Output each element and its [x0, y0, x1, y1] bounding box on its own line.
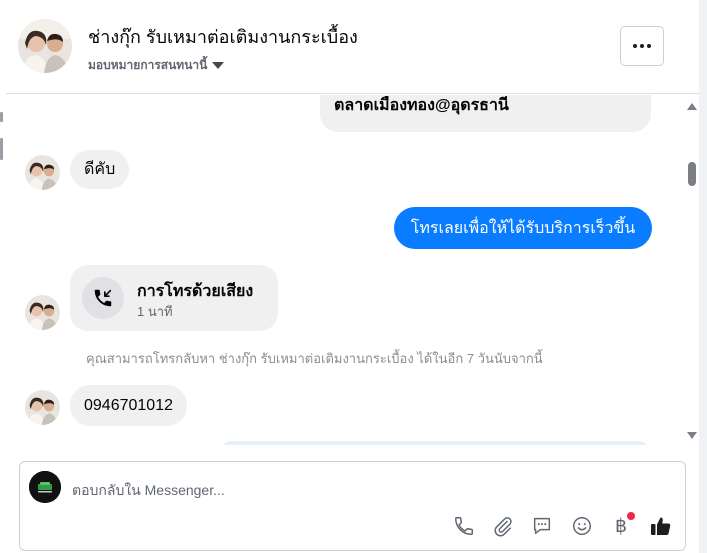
notification-dot [627, 512, 635, 520]
incoming-call-icon [82, 277, 124, 319]
page-avatar [29, 471, 61, 503]
thumbs-up-icon [649, 514, 673, 538]
message-thread[interactable]: ตลาดเมืองทอง@อุดรธานี ดีคับ โทรเลยเพื่อใ… [6, 95, 699, 445]
more-options-icon [633, 44, 651, 48]
incoming-message: 0946701012 [70, 385, 187, 426]
reply-input[interactable] [72, 479, 632, 501]
page-title: ช่างกุ๊ก รับเหมาต่อเติมงานกระเบื้อง [88, 27, 358, 47]
emoji-icon [571, 515, 593, 537]
assign-label: มอบหมายการสนทนานี้ [88, 58, 208, 72]
assign-conversation-dropdown[interactable]: มอบหมายการสนทนานี้ [88, 56, 225, 75]
incoming-message: ดีคับ [70, 150, 130, 189]
edge-mark [0, 112, 3, 122]
incoming-message-partial: ตลาดเมืองทอง@อุดรธานี [320, 95, 651, 132]
attach-button[interactable] [491, 514, 515, 538]
call-duration: 1 นาที [137, 304, 173, 319]
emoji-button[interactable] [570, 514, 594, 538]
contact-avatar-small [25, 295, 60, 330]
phone-icon [453, 515, 475, 537]
scrollbar-thumb[interactable] [688, 162, 696, 186]
call-button[interactable] [452, 514, 476, 538]
contact-avatar-small [25, 390, 60, 425]
message-text: ตลาดเมืองทอง@อุดรธานี [334, 97, 509, 114]
like-button[interactable] [648, 514, 674, 538]
baht-icon: ฿ [614, 515, 628, 537]
saved-replies-button[interactable] [530, 514, 554, 538]
more-options-button[interactable] [620, 26, 664, 66]
caret-down-icon [212, 62, 225, 69]
contact-avatar-small [25, 155, 60, 190]
message-text: ดีคับ [84, 161, 116, 178]
scroll-down-arrow-icon[interactable] [687, 432, 697, 439]
reply-composer: ฿ [19, 461, 686, 551]
paperclip-icon [492, 515, 514, 537]
callback-notice: คุณสามารถโทรกลับหา ช่างกุ๊ก รับเหมาต่อเต… [86, 351, 543, 366]
edge-mark [0, 138, 3, 160]
contact-avatar[interactable] [18, 19, 72, 73]
image-attachment-partial[interactable] [220, 441, 650, 445]
phone-number-text: 0946701012 [84, 396, 173, 414]
window-right-edge [699, 0, 707, 553]
outgoing-message: โทรเลยเพื่อให้ได้รับบริการเร็วขึ้น [394, 207, 652, 249]
conversation-panel: ช่างกุ๊ก รับเหมาต่อเติมงานกระเบื้อง มอบห… [6, 0, 699, 553]
message-text: โทรเลยเพื่อให้ได้รับบริการเร็วขึ้น [410, 219, 636, 237]
scroll-up-arrow-icon[interactable] [687, 103, 697, 110]
conversation-header: ช่างกุ๊ก รับเหมาต่อเติมงานกระเบื้อง มอบห… [6, 0, 699, 94]
voice-call-card[interactable]: การโทรด้วยเสียง 1 นาที [70, 265, 278, 331]
chat-bubble-icon [531, 515, 553, 537]
